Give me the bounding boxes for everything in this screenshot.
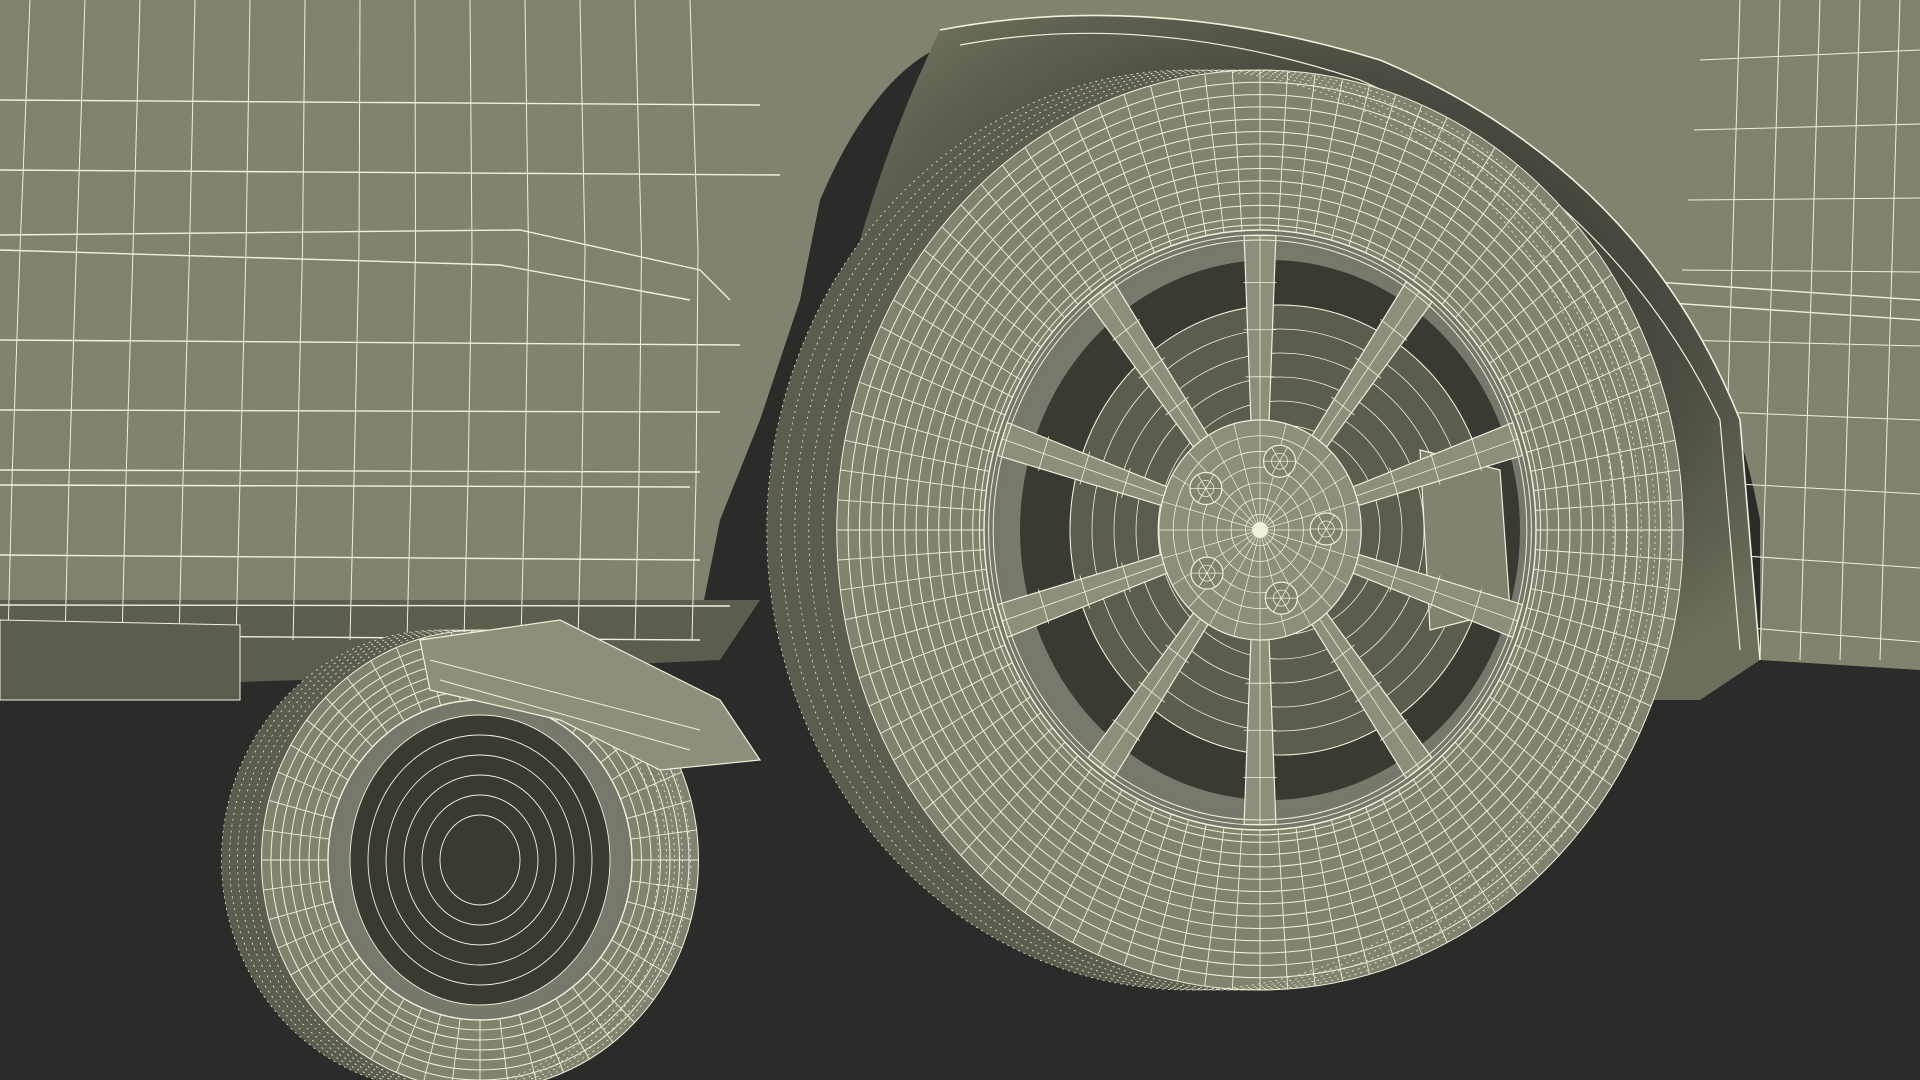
sill-lower (0, 619, 241, 701)
front-wheel (766, 69, 1684, 991)
render-viewport (0, 0, 1920, 1080)
hub-center (1252, 522, 1268, 538)
rear-hub-cavity (350, 715, 610, 1005)
wireframe-render (0, 0, 1920, 1080)
body-edge-line (0, 604, 731, 607)
